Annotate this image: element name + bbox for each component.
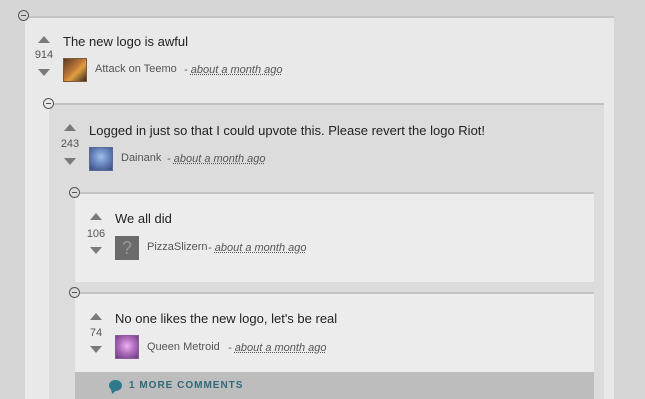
collapse-toggle-icon[interactable] bbox=[43, 98, 54, 109]
timestamp-text[interactable]: about a month ago bbox=[191, 64, 283, 76]
comment-timestamp[interactable]: - about a month ago bbox=[184, 64, 282, 76]
collapse-toggle-icon[interactable] bbox=[69, 187, 80, 198]
comment-score: 243 bbox=[60, 138, 80, 150]
timestamp-prefix: - bbox=[208, 242, 212, 254]
speech-bubble-icon bbox=[109, 380, 122, 391]
comment-thread-level-3 bbox=[75, 192, 594, 282]
comment-text: No one likes the new logo, let's be real bbox=[115, 311, 338, 326]
downvote-arrow-icon[interactable] bbox=[90, 346, 102, 353]
timestamp-text[interactable]: about a month ago bbox=[235, 342, 327, 354]
comment-author[interactable]: Attack on Teemo bbox=[95, 63, 177, 75]
timestamp-prefix: - bbox=[184, 64, 188, 76]
more-comments-button[interactable]: 1 MORE COMMENTS bbox=[75, 372, 594, 399]
avatar[interactable] bbox=[115, 335, 139, 359]
comment-text: The new logo is awful bbox=[63, 34, 189, 49]
comment-score: 106 bbox=[86, 228, 106, 240]
comment-timestamp[interactable]: - about a month ago bbox=[228, 342, 326, 354]
avatar[interactable] bbox=[89, 147, 113, 171]
collapse-toggle-icon[interactable] bbox=[18, 10, 29, 21]
comment-score: 914 bbox=[34, 49, 54, 61]
more-comments-label: 1 MORE COMMENTS bbox=[129, 380, 244, 391]
comment-author[interactable]: Dainank bbox=[121, 152, 161, 164]
comment-timestamp[interactable]: - about a month ago bbox=[167, 153, 265, 165]
upvote-arrow-icon[interactable] bbox=[90, 213, 102, 220]
collapse-toggle-icon[interactable] bbox=[69, 287, 80, 298]
comment-text: We all did bbox=[115, 211, 172, 226]
comment-timestamp[interactable]: - about a month ago bbox=[208, 242, 306, 254]
timestamp-text[interactable]: about a month ago bbox=[215, 242, 307, 254]
downvote-arrow-icon[interactable] bbox=[90, 247, 102, 254]
comment-author[interactable]: Queen Metroid bbox=[147, 341, 220, 353]
downvote-arrow-icon[interactable] bbox=[38, 69, 50, 76]
upvote-arrow-icon[interactable] bbox=[38, 36, 50, 43]
timestamp-text[interactable]: about a month ago bbox=[174, 153, 266, 165]
avatar[interactable]: ? bbox=[115, 236, 139, 260]
comment-score: 74 bbox=[89, 327, 103, 339]
avatar[interactable] bbox=[63, 58, 87, 82]
comment-author[interactable]: PizzaSlizern bbox=[147, 241, 208, 253]
downvote-arrow-icon[interactable] bbox=[64, 158, 76, 165]
upvote-arrow-icon[interactable] bbox=[64, 124, 76, 131]
timestamp-prefix: - bbox=[228, 342, 232, 354]
upvote-arrow-icon[interactable] bbox=[90, 313, 102, 320]
timestamp-prefix: - bbox=[167, 153, 171, 165]
comment-text: Logged in just so that I could upvote th… bbox=[89, 123, 486, 138]
